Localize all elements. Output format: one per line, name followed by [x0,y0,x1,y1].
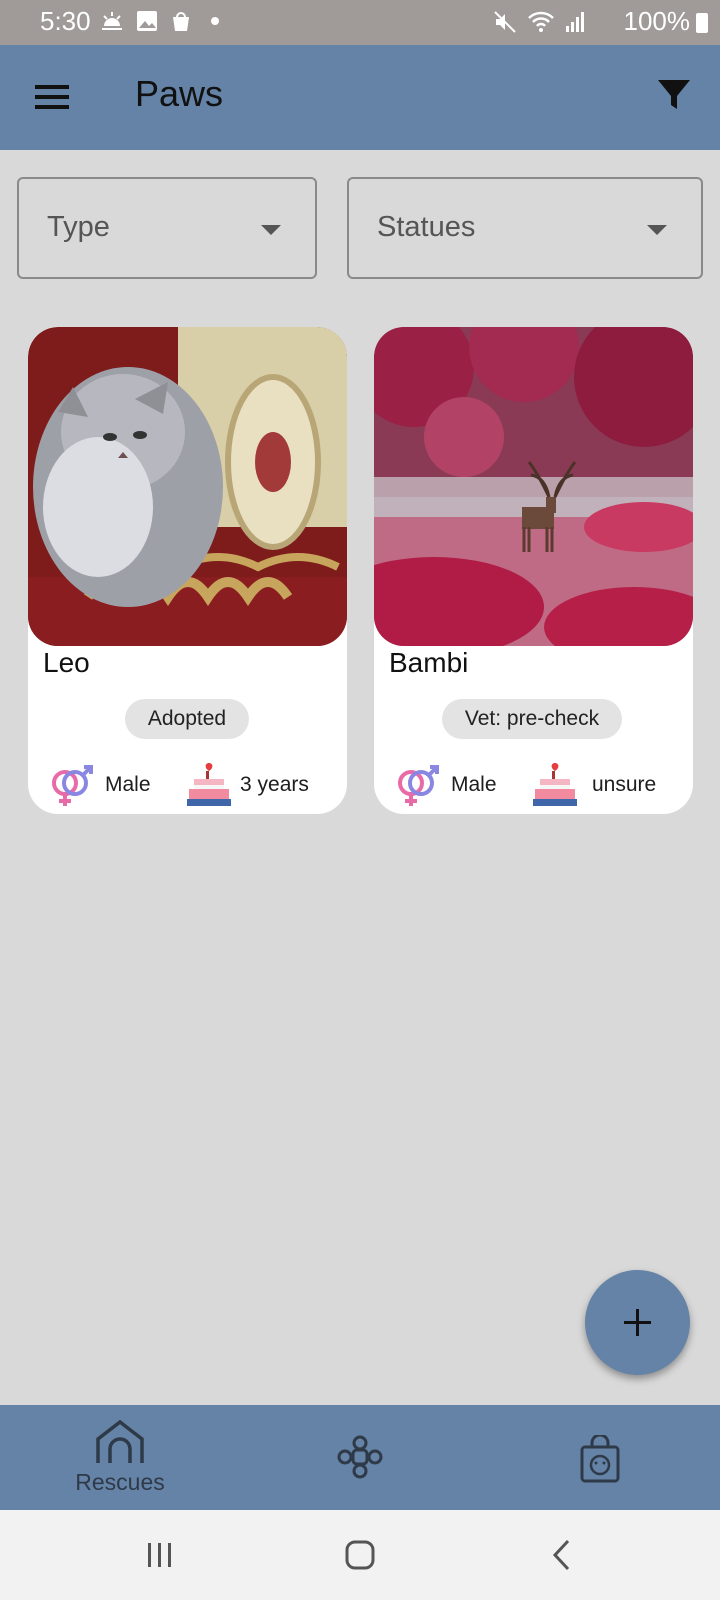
status-badge: Adopted [125,699,249,739]
back-icon[interactable] [550,1538,574,1572]
system-navigation-bar [0,1510,720,1600]
pet-age: unsure [592,773,657,796]
birthday-cake-icon [187,763,231,806]
gender-icon [52,765,93,806]
pet-gender: Male [451,773,497,796]
cat-photo [28,327,347,646]
dropdown-arrow-icon [647,225,667,235]
bottom-navigation: Rescues [0,1405,720,1510]
birthday-cake-icon [533,763,577,806]
pet-name: Bambi [389,647,469,678]
wifi-icon [528,11,554,32]
recent-apps-icon[interactable] [145,1540,175,1570]
mute-icon [494,11,516,33]
type-dropdown-label: Type [47,211,110,243]
shelter-icon [96,1419,144,1463]
home-icon[interactable] [344,1539,376,1571]
shopping-bag-icon [580,1435,620,1483]
gender-icon [398,765,439,806]
status-bar: 5:30 100% [0,0,720,45]
gallery-icon [137,11,157,31]
pet-age: 3 years [240,773,309,796]
weather-icon [102,12,122,30]
nav-label-rescues: Rescues [75,1469,165,1495]
pet-card[interactable]: Leo Adopted Male 3 years [28,327,347,814]
hamburger-menu-icon[interactable] [32,77,72,117]
signal-icon [566,12,584,32]
notification-icons [100,10,226,32]
filter-icon[interactable] [654,75,694,115]
page-title: Paws [135,73,224,114]
nav-item-paw[interactable] [300,1405,420,1510]
deer-photo [374,327,693,646]
dropdown-arrow-icon [261,225,281,235]
shopping-icon [173,12,189,31]
status-dropdown-label: Statues [377,211,476,243]
nav-item-shop[interactable] [540,1405,660,1510]
pet-photo [374,327,693,646]
status-dropdown[interactable]: Statues [347,177,703,279]
pet-name: Leo [43,647,90,678]
battery-percentage: 100% [623,6,691,36]
dot-icon [211,17,219,25]
status-time: 5:30 [40,6,91,36]
battery-icon [696,13,708,33]
paw-icon [337,1435,383,1479]
nav-item-rescues[interactable]: Rescues [60,1405,180,1510]
status-badge: Vet: pre-check [442,699,622,739]
app-bar: Paws [0,45,720,150]
pet-gender: Male [105,773,151,796]
pet-card[interactable]: Bambi Vet: pre-check Male unsure [374,327,693,814]
add-pet-button[interactable] [585,1270,690,1375]
type-dropdown[interactable]: Type [17,177,317,279]
pet-photo [28,327,347,646]
system-icons [493,10,585,34]
